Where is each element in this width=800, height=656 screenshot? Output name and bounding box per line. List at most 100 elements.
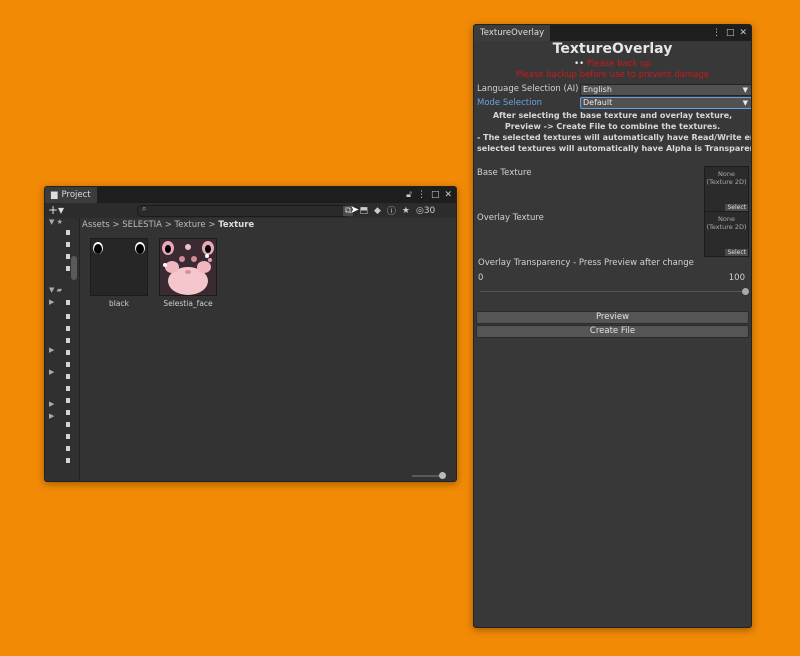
backup-warning-text: Please back up bbox=[586, 59, 651, 69]
asset-selestia-face[interactable]: Selestia_face bbox=[157, 238, 219, 308]
chevron-down-icon: ▼ bbox=[742, 99, 748, 107]
tree-item[interactable] bbox=[66, 266, 70, 271]
tree-item[interactable] bbox=[66, 398, 70, 403]
none-text: None bbox=[718, 215, 735, 223]
create-file-button[interactable]: Create File bbox=[476, 325, 749, 338]
tree-item[interactable] bbox=[66, 314, 70, 319]
slider-knob[interactable] bbox=[742, 288, 749, 295]
favorite-star-icon[interactable]: ★ bbox=[402, 206, 410, 216]
texture-overlay-window: TextureOverlay ⋮ □ ✕ TextureOverlay •• P… bbox=[473, 24, 752, 628]
tree-item[interactable] bbox=[66, 422, 70, 427]
tree-item[interactable] bbox=[66, 242, 70, 247]
project-toolbar: +▾ ⌕ ⧉ ⬒ ◆ ⓘ ★ ◎30 bbox=[45, 203, 456, 219]
search-by-label-icon[interactable]: ⬒ bbox=[359, 206, 368, 216]
folder-icon: ▆ bbox=[51, 190, 58, 200]
overlay-tabbar: TextureOverlay ⋮ □ ✕ bbox=[474, 25, 751, 41]
tree-item[interactable] bbox=[66, 374, 70, 379]
close-icon[interactable]: ✕ bbox=[444, 190, 452, 200]
breadcrumb-selestia[interactable]: SELESTIA bbox=[122, 220, 162, 230]
language-value: English bbox=[583, 85, 612, 94]
lock-icon[interactable]: 🔓︎ bbox=[406, 190, 412, 200]
asset-thumbnail bbox=[159, 238, 217, 296]
slider-knob[interactable] bbox=[439, 472, 446, 479]
backup-warning-short: •• Please back up bbox=[474, 59, 751, 69]
mode-label: Mode Selection bbox=[477, 98, 543, 108]
thumbnail-size-slider[interactable] bbox=[412, 472, 446, 479]
more-options-icon[interactable]: ⋮ bbox=[712, 28, 721, 38]
base-texture-field[interactable]: None (Texture 2D) Select bbox=[704, 166, 749, 212]
favorites-expand-icon[interactable]: ▼ ★ bbox=[49, 218, 63, 226]
type-text: (Texture 2D) bbox=[706, 178, 747, 186]
backup-warning-long: Please backup before use to prevent dama… bbox=[515, 70, 710, 80]
tree-item[interactable] bbox=[66, 362, 70, 367]
project-tabbar: ▆ Project 🔓︎ ⋮ □ ✕ bbox=[45, 187, 456, 203]
breadcrumb-current[interactable]: Texture bbox=[218, 220, 254, 230]
tree-expand-icon[interactable]: ▶ bbox=[49, 298, 54, 306]
asset-thumbnail bbox=[90, 238, 148, 296]
project-tab-label: Project bbox=[61, 190, 91, 200]
transparency-label: Overlay Transparency - Press Preview aft… bbox=[478, 258, 694, 268]
chevron-down-icon: ▼ bbox=[742, 86, 748, 94]
overlay-panel: TextureOverlay •• Please back up Please … bbox=[474, 41, 751, 627]
tree-item[interactable] bbox=[66, 300, 70, 305]
project-window: ▆ Project 🔓︎ ⋮ □ ✕ +▾ ⌕ ⧉ ⬒ ◆ ⓘ ★ ◎30 ▼ … bbox=[44, 186, 457, 482]
tree-item[interactable] bbox=[66, 446, 70, 451]
tree-expand-icon[interactable]: ▶ bbox=[49, 346, 54, 354]
project-tab[interactable]: ▆ Project bbox=[45, 187, 97, 203]
language-select[interactable]: English ▼ bbox=[580, 84, 751, 96]
mode-select[interactable]: Default ▼ bbox=[580, 97, 751, 109]
info-icon[interactable]: ⓘ bbox=[387, 204, 396, 217]
tree-expand-icon[interactable]: ▶ bbox=[49, 400, 54, 408]
breadcrumb-separator: > bbox=[112, 220, 120, 230]
tree-scrollbar[interactable] bbox=[71, 256, 77, 280]
overlay-tab-label: TextureOverlay bbox=[480, 28, 545, 38]
tree-item[interactable] bbox=[66, 230, 70, 235]
black-texture-preview bbox=[93, 242, 145, 254]
maximize-icon[interactable]: □ bbox=[726, 28, 735, 38]
transparency-slider[interactable] bbox=[480, 291, 745, 292]
breadcrumb: Assets > SELESTIA > Texture > Texture bbox=[82, 218, 254, 232]
maximize-icon[interactable]: □ bbox=[431, 190, 440, 200]
overlay-texture-field[interactable]: None (Texture 2D) Select bbox=[704, 211, 749, 257]
create-menu-button[interactable]: +▾ bbox=[48, 203, 64, 217]
type-text: (Texture 2D) bbox=[706, 223, 747, 231]
tree-item[interactable] bbox=[66, 338, 70, 343]
tree-item[interactable] bbox=[66, 326, 70, 331]
base-texture-label: Base Texture bbox=[477, 168, 532, 178]
overlay-select-button[interactable]: Select bbox=[725, 249, 748, 256]
tree-item[interactable] bbox=[66, 350, 70, 355]
tag-icon[interactable]: ◆ bbox=[374, 206, 381, 216]
asset-grid: Assets > SELESTIA > Texture > Texture bl… bbox=[80, 218, 456, 481]
project-folder-tree: ▼ ★ ▼ ▰ ▶ ▶ ▶ ▶ ▶ bbox=[45, 218, 80, 481]
asset-label: Selestia_face bbox=[163, 299, 213, 308]
none-text: None bbox=[718, 170, 735, 178]
asset-label: black bbox=[109, 299, 129, 308]
breadcrumb-assets[interactable]: Assets bbox=[82, 220, 110, 230]
assets-expand-icon[interactable]: ▼ ▰ bbox=[49, 286, 62, 294]
tree-item[interactable] bbox=[66, 458, 70, 463]
preview-button[interactable]: Preview bbox=[476, 311, 749, 324]
tree-expand-icon[interactable]: ▶ bbox=[49, 368, 54, 376]
breadcrumb-separator: > bbox=[164, 220, 172, 230]
warning-icon: •• bbox=[574, 59, 585, 69]
tree-item[interactable] bbox=[66, 386, 70, 391]
close-icon[interactable]: ✕ bbox=[739, 28, 747, 38]
info-line: selected textures will automatically hav… bbox=[477, 144, 751, 153]
field-none: None (Texture 2D) bbox=[705, 170, 748, 186]
base-select-button[interactable]: Select bbox=[725, 204, 748, 211]
search-input[interactable]: ⌕ bbox=[137, 204, 349, 217]
hidden-packages-toggle[interactable]: ◎30 bbox=[416, 206, 435, 216]
more-options-icon[interactable]: ⋮ bbox=[417, 190, 426, 200]
hidden-count: 30 bbox=[423, 205, 436, 216]
overlay-tab[interactable]: TextureOverlay bbox=[474, 25, 551, 41]
tree-item[interactable] bbox=[66, 254, 70, 259]
tree-item[interactable] bbox=[66, 434, 70, 439]
asset-black[interactable]: black bbox=[88, 238, 150, 308]
tree-item[interactable] bbox=[66, 410, 70, 415]
project-window-controls: 🔓︎ ⋮ □ ✕ bbox=[406, 187, 452, 203]
tree-expand-icon[interactable]: ▶ bbox=[49, 412, 54, 420]
slider-min: 0 bbox=[478, 273, 484, 283]
breadcrumb-texture[interactable]: Texture bbox=[175, 220, 206, 230]
overlay-texture-label: Overlay Texture bbox=[477, 213, 544, 223]
page-title: TextureOverlay bbox=[552, 41, 673, 57]
